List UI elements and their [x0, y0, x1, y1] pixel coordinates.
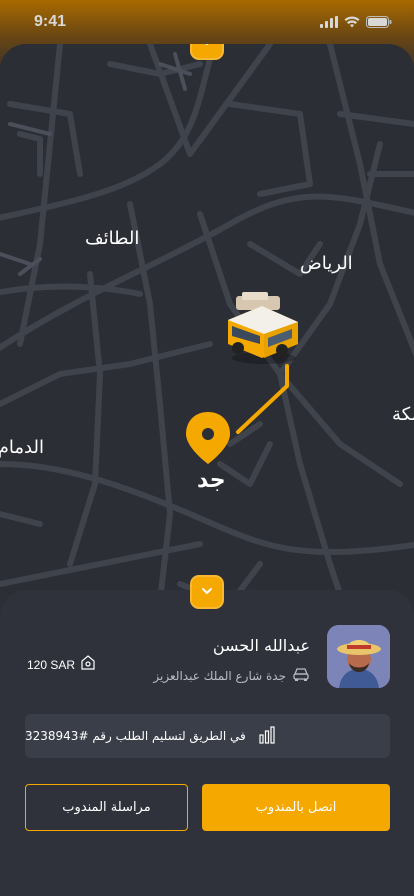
- status-icons: [320, 13, 392, 32]
- price-tag-icon: [80, 655, 96, 674]
- message-driver-button[interactable]: مراسلة المندوب: [25, 784, 188, 831]
- driver-name: عبدالله الحسن: [212, 636, 310, 655]
- status-time: 9:41: [34, 13, 67, 30]
- city-label-riyadh: الرياض: [300, 253, 353, 274]
- price: 120 SAR: [27, 655, 96, 674]
- driver-address-text: جدة شارع الملك عبدالعزيز: [153, 668, 286, 683]
- city-label-jeddah: جد: [197, 468, 226, 493]
- stats-icon: [258, 725, 276, 747]
- map-top-handle[interactable]: [190, 44, 224, 60]
- call-driver-button[interactable]: اتصل بالمندوب: [202, 784, 390, 831]
- sheet-handle[interactable]: [190, 575, 224, 609]
- price-text: 120 SAR: [27, 657, 76, 672]
- city-label-dammam: الدمام: [0, 437, 44, 458]
- car-icon: [292, 666, 310, 685]
- avatar: [327, 625, 390, 688]
- city-label-makkah: مكة: [392, 404, 414, 425]
- signal-icon: [320, 13, 338, 32]
- location-pin-icon[interactable]: [184, 410, 232, 470]
- city-label-taif: الطائف: [85, 228, 140, 249]
- order-status-text: في الطريق لتسليم الطلب رقم #3238943: [25, 729, 246, 743]
- chevron-down-icon: [200, 44, 214, 53]
- delivery-van-icon[interactable]: [222, 292, 302, 370]
- order-status-box: في الطريق لتسليم الطلب رقم #3238943: [25, 714, 390, 758]
- status-bar: 9:41: [0, 0, 414, 44]
- driver-avatar-image: [327, 625, 390, 688]
- chevron-down-icon: [200, 583, 214, 602]
- wifi-icon: [344, 13, 360, 32]
- driver-address: جدة شارع الملك عبدالعزيز: [153, 666, 310, 685]
- battery-icon: [366, 13, 392, 32]
